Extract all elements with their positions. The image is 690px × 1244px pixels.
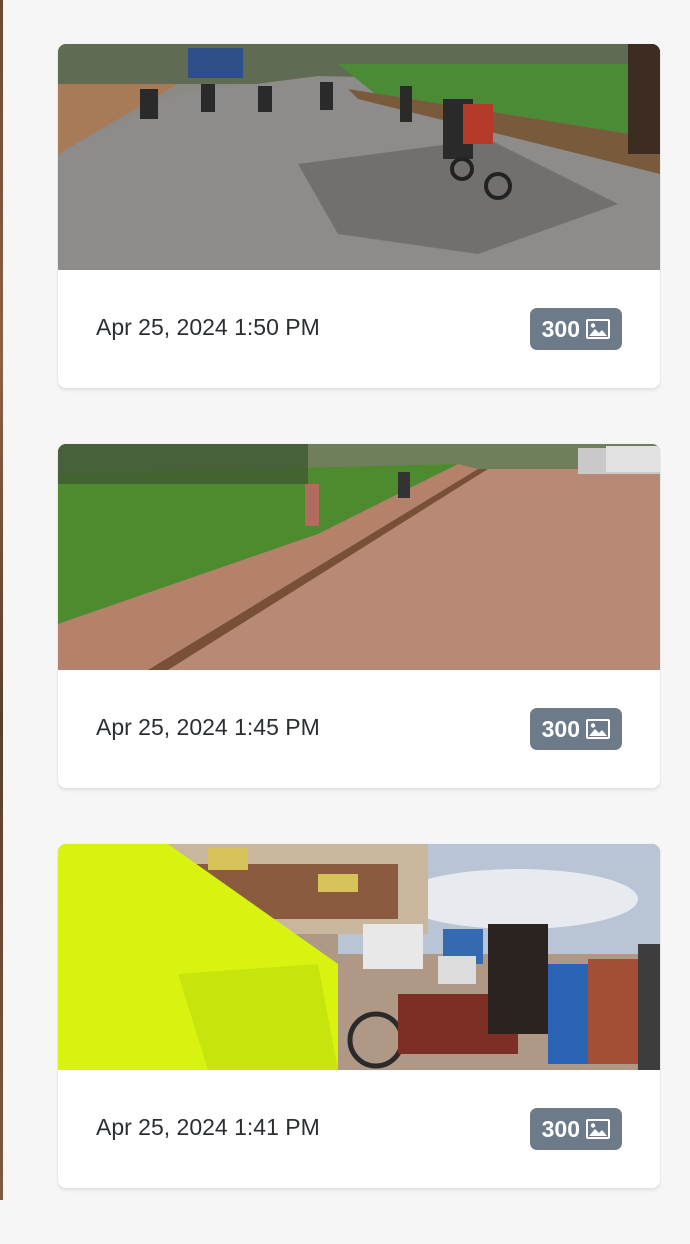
image-icon (586, 319, 610, 339)
card-footer: Apr 25, 2024 1:45 PM 300 (58, 670, 660, 788)
sequence-thumbnail[interactable] (58, 844, 660, 1070)
image-count: 300 (541, 715, 580, 742)
image-count-badge: 300 (529, 708, 622, 750)
capture-timestamp: Apr 25, 2024 1:41 PM (96, 1114, 320, 1140)
image-count-badge: 300 (529, 308, 622, 350)
capture-timestamp: Apr 25, 2024 1:45 PM (96, 714, 320, 740)
sequence-thumbnail[interactable] (58, 44, 660, 270)
sequence-thumbnail[interactable] (58, 444, 660, 670)
sequence-card[interactable]: Apr 25, 2024 1:50 PM 300 (58, 44, 660, 388)
image-count: 300 (541, 1115, 580, 1142)
image-icon (586, 719, 610, 739)
image-icon (586, 1119, 610, 1139)
image-count: 300 (541, 315, 580, 342)
capture-timestamp: Apr 25, 2024 1:50 PM (96, 314, 320, 340)
window-edge (0, 0, 3, 1200)
card-footer: Apr 25, 2024 1:50 PM 300 (58, 270, 660, 388)
sequence-feed: Apr 25, 2024 1:50 PM 300 Apr 25, 2024 1:… (58, 44, 660, 1244)
sequence-card[interactable]: Apr 25, 2024 1:45 PM 300 (58, 444, 660, 788)
card-footer: Apr 25, 2024 1:41 PM 300 (58, 1070, 660, 1188)
image-count-badge: 300 (529, 1108, 622, 1150)
sequence-card[interactable]: Apr 25, 2024 1:41 PM 300 (58, 844, 660, 1188)
